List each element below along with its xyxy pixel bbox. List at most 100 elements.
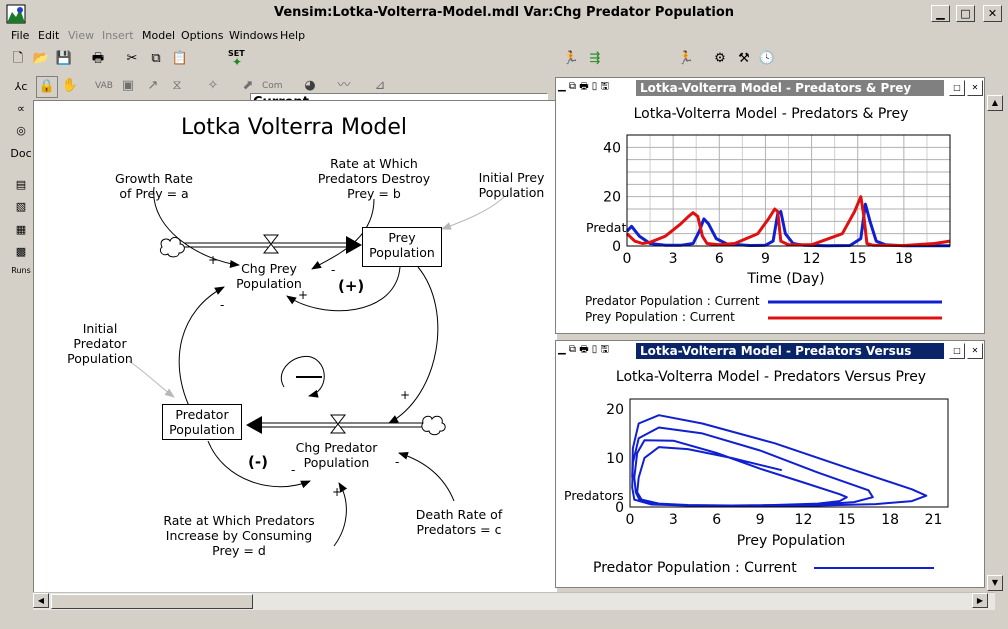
x-tick-label: 21: [925, 512, 943, 528]
x-tick-label: 12: [803, 251, 821, 267]
x-tick-label: 15: [838, 512, 856, 528]
graph-tool-icon[interactable]: ▧: [8, 200, 34, 213]
scroll-right-button[interactable]: ▶: [972, 593, 988, 608]
x-tick-label: 9: [761, 251, 770, 267]
x-tick-label: 15: [849, 251, 867, 267]
comment-icon[interactable]: Com: [262, 76, 283, 96]
y-tick-label: 0: [615, 500, 624, 516]
shadow-variable-icon[interactable]: ✧: [203, 76, 223, 96]
x-tick-label: 12: [795, 512, 813, 528]
negative-loop-label: (-): [248, 453, 268, 471]
causes-strip-icon[interactable]: ▤: [8, 178, 34, 191]
polarity-minus: -: [331, 263, 336, 277]
x-tick-label: 6: [712, 512, 721, 528]
box-variable-icon[interactable]: ▣: [118, 76, 138, 96]
predator-population-stock[interactable]: Predator Population: [162, 404, 242, 440]
open-icon[interactable]: 📂: [31, 49, 51, 69]
simulate-icon[interactable]: 🏃: [561, 49, 581, 69]
print-icon[interactable]: 🖶: [88, 49, 108, 69]
main-toolbar: 🗋 📂 💾 🖶 ✂ ⧉ 📋 SET ✦ Current 🏃 ⇶ 🏃 ⚙ ⚒ 🕓: [0, 45, 1008, 112]
close-button[interactable]: ✕: [983, 5, 1002, 22]
polarity-minus: -: [395, 455, 400, 469]
title-bar: Vensim:Lotka-Volterra-Model.mdl Var:Chg …: [0, 0, 1008, 28]
menu-model[interactable]: Model: [142, 29, 175, 42]
gaming-icon[interactable]: 🏃: [676, 49, 696, 69]
scroll-up-button[interactable]: ▲: [987, 95, 1003, 111]
input-output-icon[interactable]: ⬈: [238, 76, 258, 96]
legend-predator-label: Predator Population : Current: [585, 294, 760, 308]
clock-icon[interactable]: 🕓: [757, 49, 777, 69]
copy-icon[interactable]: ⧉: [146, 49, 166, 69]
x-tick-label: 3: [669, 512, 678, 528]
variable-icon[interactable]: VAB: [94, 76, 114, 96]
vertical-scrollbar[interactable]: ▲ ▼: [987, 77, 1004, 607]
menu-file[interactable]: File: [11, 29, 29, 42]
x-tick-label: 0: [623, 251, 632, 267]
maximize-button[interactable]: □: [956, 5, 975, 22]
horizontal-scrollbar[interactable]: ◀ ▶: [33, 592, 995, 610]
rate-icon[interactable]: ⧖: [167, 76, 187, 96]
synthsim-icon[interactable]: ⇶: [585, 49, 605, 69]
loops-icon[interactable]: ◎: [8, 124, 34, 137]
runs-compare-tool[interactable]: Runs: [8, 266, 34, 275]
menu-insert[interactable]: Insert: [102, 29, 134, 42]
move-hand-icon[interactable]: ✋: [60, 76, 80, 96]
causes-tree-icon[interactable]: ⅄c: [8, 80, 34, 93]
rate-destroy-variable[interactable]: Rate at Which Predators Destroy Prey = b: [304, 156, 444, 201]
polarity-plus: +: [298, 288, 309, 302]
scroll-left-button[interactable]: ◀: [33, 593, 49, 608]
menu-options[interactable]: Options: [181, 29, 223, 42]
equations-icon[interactable]: 〰: [334, 76, 354, 96]
x-tick-label: 3: [669, 251, 678, 267]
minimize-button[interactable]: ▁: [931, 5, 950, 22]
predators-vs-prey-chart: 0 3 6 9 12 15 18 21 0 10 20: [606, 398, 949, 569]
polarity-plus: +: [400, 388, 411, 402]
y-tick-label: 20: [606, 402, 624, 418]
scroll-thumb[interactable]: [51, 594, 253, 609]
growth-rate-variable[interactable]: Growth Rate of Prey = a: [94, 171, 214, 201]
menu-bar: File Edit View Insert Model Options Wind…: [0, 28, 1008, 45]
sketch-toolbar: 🔒 ✋ VAB ▣ ↗ ⧖ ✧ ⬈ Com ◕ 〰 ⊿: [0, 75, 556, 99]
menu-help[interactable]: Help: [280, 29, 305, 42]
predator-outflow-pipe: [246, 414, 446, 436]
doc-tool[interactable]: Doc: [8, 147, 34, 160]
graph-window-predators-vs-prey[interactable]: ▁ ⧉ 🖶 ▯ 🖫 Lotka-Volterra Model - Predato…: [555, 340, 985, 588]
y-tick-label: 40: [603, 140, 621, 156]
menu-windows[interactable]: Windows: [229, 29, 278, 42]
prey-population-stock[interactable]: Prey Population: [362, 227, 442, 267]
polarity-minus: -: [291, 463, 296, 477]
new-icon[interactable]: 🗋: [8, 49, 28, 69]
reference-mode-icon[interactable]: ⊿: [370, 76, 390, 96]
table-time-down-icon[interactable]: ▩: [8, 245, 34, 258]
chg-prey-rate[interactable]: Chg Prey Population: [214, 261, 324, 291]
paste-icon[interactable]: 📋: [170, 49, 190, 69]
menu-edit[interactable]: Edit: [38, 29, 59, 42]
delete-icon[interactable]: ◕: [300, 76, 320, 96]
x-tick-label: 18: [881, 512, 899, 528]
polarity-plus: +: [208, 253, 219, 267]
cut-icon[interactable]: ✂: [122, 49, 142, 69]
legend-prey-label: Prey Population : Current: [585, 310, 735, 324]
menu-view[interactable]: View: [68, 29, 94, 42]
y-tick-label: 20: [603, 190, 621, 206]
y-tick-label: 0: [612, 239, 621, 255]
initial-prey-variable[interactable]: Initial Prey Population: [464, 170, 559, 200]
sketch-canvas[interactable]: Lotka Volterra Model Prey Population Pre…: [33, 100, 557, 593]
window-title: Vensim:Lotka-Volterra-Model.mdl Var:Chg …: [273, 5, 734, 20]
uses-tree-icon[interactable]: ∝: [8, 102, 34, 115]
reality-check-icon[interactable]: ⚙: [710, 49, 730, 69]
arrow-icon[interactable]: ↗: [143, 76, 163, 96]
death-rate-variable[interactable]: Death Rate of Predators = c: [404, 507, 514, 537]
chg-predator-rate[interactable]: Chg Predator Population: [279, 440, 394, 470]
sensitivity-icon[interactable]: ⚒: [734, 49, 754, 69]
initial-predator-variable[interactable]: Initial Predator Population: [54, 321, 146, 366]
run-figure-icon: ✦: [232, 55, 243, 69]
rate-increase-variable[interactable]: Rate at Which Predators Increase by Cons…: [154, 513, 324, 558]
scroll-down-button[interactable]: ▼: [987, 575, 1003, 591]
save-icon[interactable]: 💾: [54, 49, 74, 69]
lock-icon[interactable]: 🔒: [36, 76, 58, 98]
positive-loop-label: (+): [338, 277, 365, 295]
legend-predator-label: Predator Population : Current: [593, 560, 797, 576]
table-tool-icon[interactable]: ▦: [8, 223, 34, 236]
graph-window-predators-prey[interactable]: ▁ ⧉ 🖶 ▯ 🖫 Lotka-Volterra Model - Predato…: [555, 77, 985, 334]
